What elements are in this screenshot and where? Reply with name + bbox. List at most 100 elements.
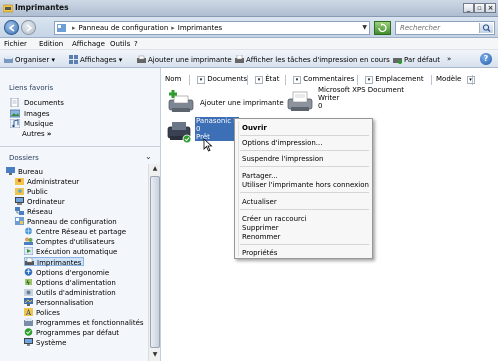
tree-item-user-accounts[interactable]: Comptes d'utilisateurs <box>24 237 115 246</box>
folders-collapse-icon[interactable]: ⌄ <box>145 152 152 161</box>
maximize-button[interactable]: ▫ <box>474 3 485 13</box>
user-folder-icon <box>15 178 24 185</box>
tree-item-desktop[interactable]: Bureau <box>6 167 43 176</box>
address-dropdown-icon[interactable]: ▼ <box>362 24 367 31</box>
scroll-thumb[interactable] <box>150 176 160 348</box>
help-button[interactable]: ? <box>480 53 492 65</box>
close-button[interactable]: × <box>485 3 496 13</box>
favorite-images[interactable]: Images <box>10 109 50 118</box>
refresh-button[interactable] <box>374 21 391 35</box>
menu-item-properties[interactable]: Propriétés <box>242 249 277 257</box>
menu-edit[interactable]: Edition <box>39 40 63 48</box>
tree-item-fonts[interactable]: A Polices <box>24 308 60 317</box>
organize-icon <box>4 56 13 63</box>
add-printer-item[interactable]: Ajouter une imprimante <box>167 90 284 114</box>
add-printer-label: Ajouter une imprimante <box>200 99 284 107</box>
menu-item-print-options[interactable]: Options d'impression... <box>242 139 322 147</box>
column-filter-icon[interactable]: ▾ <box>255 76 263 84</box>
tree-item-public[interactable]: Public <box>15 187 48 196</box>
column-header-location[interactable]: ▾ Emplacement <box>359 75 432 85</box>
column-filter-icon[interactable]: ▾ <box>466 76 475 84</box>
menu-item-rename[interactable]: Renommer <box>242 233 280 241</box>
column-header-name[interactable]: Nom <box>162 75 190 85</box>
tree-item-personalization[interactable]: Personnalisation <box>24 298 93 307</box>
menu-item-create-shortcut[interactable]: Créer un raccourci <box>242 215 307 223</box>
scroll-up-icon[interactable]: ▲ <box>150 164 160 174</box>
favorite-links-title: Liens favoris <box>9 84 54 92</box>
minimize-button[interactable]: _ <box>463 3 474 13</box>
column-header-model[interactable]: Modèle ▾ <box>433 75 475 85</box>
public-folder-icon <box>15 188 24 195</box>
pane-divider <box>0 146 160 147</box>
menu-item-delete[interactable]: Supprimer <box>242 224 279 232</box>
favorite-music[interactable]: Musique <box>10 119 53 128</box>
menu-item-use-offline[interactable]: Utiliser l'imprimante hors connexion <box>242 181 369 189</box>
menu-gutter <box>238 121 239 256</box>
tree-item-administrator[interactable]: Administrateur <box>15 177 79 186</box>
column-header-comments[interactable]: ▾ Commentaires <box>287 75 358 85</box>
forward-button[interactable] <box>21 20 36 35</box>
menu-file[interactable]: Fichier <box>4 40 27 48</box>
menu-separator <box>240 166 369 167</box>
tree-item-control-panel[interactable]: Panneau de configuration <box>15 217 117 226</box>
search-box[interactable]: Rechercher <box>395 21 495 35</box>
tree-item-system[interactable]: Système <box>24 338 66 347</box>
column-header-documents[interactable]: ▾ Documents <box>191 75 248 85</box>
favorite-documents[interactable]: Documents <box>10 98 64 107</box>
tree-item-printers[interactable]: Imprimantes <box>24 257 85 267</box>
tree-item-power-options[interactable]: Options d'alimentation <box>24 278 116 287</box>
menu-item-pause-printing[interactable]: Suspendre l'impression <box>242 155 323 163</box>
tree-item-network-center[interactable]: Centre Réseau et partage <box>24 227 126 236</box>
tree-item-ease-of-access[interactable]: Options d'ergonomie <box>24 268 109 277</box>
organize-button[interactable]: Organiser ▾ <box>4 55 55 64</box>
toolbar-more-button[interactable]: » <box>447 55 451 63</box>
fonts-icon: A <box>24 308 33 316</box>
tree-item-autoplay[interactable]: Exécution automatique <box>24 247 117 256</box>
navigation-pane: Liens favoris Documents Images Musique A… <box>0 68 161 361</box>
printer-icon <box>25 258 34 265</box>
tree-label: Comptes d'utilisateurs <box>36 238 115 246</box>
tree-item-computer[interactable]: Ordinateur <box>15 197 65 206</box>
folder-tree-scrollbar[interactable]: ▲ ▼ <box>148 164 160 361</box>
views-button[interactable]: Affichages ▾ <box>69 55 122 64</box>
views-label: Affichages <box>80 56 117 64</box>
menu-item-share[interactable]: Partager... <box>242 172 278 180</box>
system-icon <box>24 338 33 346</box>
menu-separator <box>240 150 369 151</box>
add-printer-icon <box>168 90 194 112</box>
tree-item-default-programs[interactable]: Programmes par défaut <box>24 328 119 337</box>
breadcrumb-printers[interactable]: Imprimantes <box>178 24 222 32</box>
menu-item-open[interactable]: Ouvrir <box>242 124 267 132</box>
window-title: Imprimantes <box>15 3 69 12</box>
tree-item-admin-tools[interactable]: Outils d'administration <box>24 288 116 297</box>
address-field[interactable]: ▸ Panneau de configuration ▸ Imprimantes ▼ <box>54 21 370 35</box>
tree-item-programs-features[interactable]: Programmes et fonctionnalités <box>24 318 144 327</box>
tree-label: Programmes et fonctionnalités <box>36 319 144 327</box>
tree-label: Administrateur <box>27 178 80 186</box>
set-default-button[interactable]: Par défaut <box>393 55 440 64</box>
column-filter-icon[interactable]: ▾ <box>365 76 373 84</box>
more-favorites-link[interactable]: Autres » <box>22 130 51 138</box>
menu-item-refresh[interactable]: Actualiser <box>242 198 277 206</box>
add-printer-icon <box>137 55 146 63</box>
show-jobs-button[interactable]: Afficher les tâches d'impression en cour… <box>235 55 390 64</box>
search-icon[interactable] <box>479 23 493 33</box>
add-printer-button[interactable]: Ajouter une imprimante <box>137 55 232 64</box>
scroll-down-icon[interactable]: ▼ <box>150 350 160 360</box>
column-header-status[interactable]: ▾ État <box>249 75 286 85</box>
column-filter-icon[interactable]: ▾ <box>197 76 205 84</box>
menu-tools[interactable]: Outils <box>110 40 130 48</box>
menu-view[interactable]: Affichage <box>72 40 105 48</box>
add-printer-label: Ajouter une imprimante <box>148 56 232 64</box>
show-jobs-label: Afficher les tâches d'impression en cour… <box>246 56 390 64</box>
printer-item-xps[interactable]: Microsoft XPS Document Writer 0 <box>286 86 404 116</box>
tree-label: Programmes par défaut <box>36 329 120 337</box>
back-button[interactable] <box>4 20 19 35</box>
column-header-label: Nom <box>165 75 182 83</box>
documents-icon <box>10 98 19 107</box>
column-filter-icon[interactable]: ▾ <box>293 76 301 84</box>
printer-context-menu: Ouvrir Options d'impression... Suspendre… <box>234 118 373 259</box>
tree-item-network[interactable]: Réseau <box>15 207 53 216</box>
menu-help[interactable]: ? <box>134 40 138 48</box>
breadcrumb-control-panel[interactable]: Panneau de configuration <box>79 24 169 32</box>
